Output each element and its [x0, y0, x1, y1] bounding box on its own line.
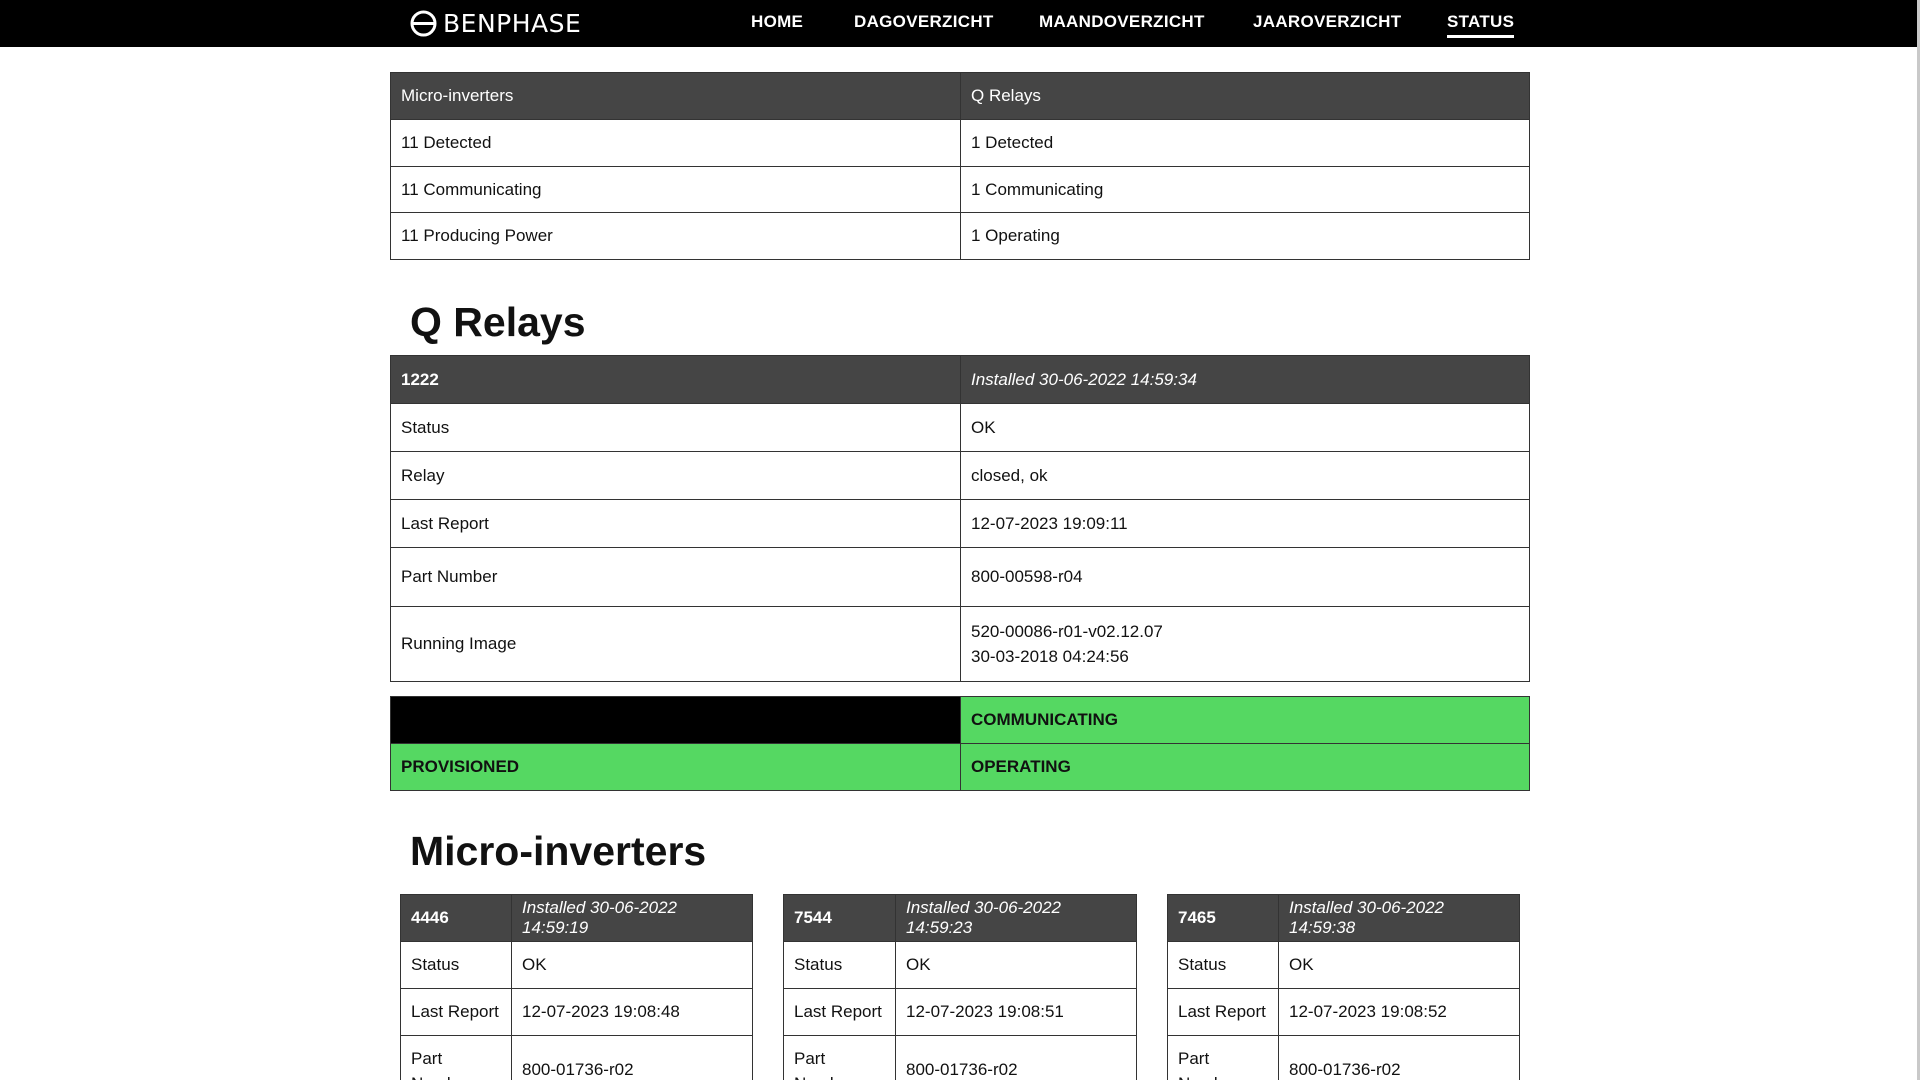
table-row: Relay closed, ok	[390, 451, 1530, 500]
flag-operating: OPERATING	[960, 743, 1530, 791]
micro-inverter-header-row: 7544 Installed 30-06-2022 14:59:23	[783, 894, 1137, 942]
running-image-date: 30-03-2018 04:24:56	[971, 647, 1129, 666]
table-row: PROVISIONED OPERATING	[390, 743, 1530, 791]
table-row: Part Number 800-01736-r02	[400, 1035, 753, 1080]
micro-inverter-id: 4446	[400, 894, 512, 942]
q-relays-heading: Q Relays	[410, 299, 586, 345]
micro-inverter-status: OK	[1278, 941, 1520, 989]
q-relay-value: 800-00598-r04	[960, 547, 1530, 607]
q-relay-value: 520-00086-r01-v02.12.07 30-03-2018 04:24…	[960, 606, 1530, 682]
micro-inverter-status: OK	[895, 941, 1137, 989]
micro-inverter-installed: Installed 30-06-2022 14:59:38	[1278, 894, 1520, 942]
summary-cell: 1 Operating	[960, 212, 1530, 260]
micro-inverter-card: 4446 Installed 30-06-2022 14:59:19 Statu…	[400, 894, 753, 1080]
summary-cell: 11 Detected	[390, 119, 961, 167]
micro-inverter-status: OK	[511, 941, 753, 989]
table-row: Status OK	[390, 403, 1530, 452]
table-row: Status OK	[1167, 941, 1520, 989]
q-relay-label: Status	[390, 403, 961, 452]
table-row: Part Number 800-00598-r04	[390, 547, 1530, 607]
table-row: Status OK	[400, 941, 753, 989]
table-row: Last Report 12-07-2023 19:08:48	[400, 988, 753, 1036]
running-image-version: 520-00086-r01-v02.12.07	[971, 622, 1163, 641]
micro-inverter-label: Part Number	[1167, 1035, 1279, 1080]
micro-inverter-label: Part Number	[400, 1035, 512, 1080]
summary-cell: 1 Communicating	[960, 166, 1530, 213]
q-relay-label: Running Image	[390, 606, 961, 682]
flag-communicating: COMMUNICATING	[960, 696, 1530, 744]
nav-home[interactable]: HOME	[751, 12, 803, 32]
table-row: Last Report 12-07-2023 19:08:52	[1167, 988, 1520, 1036]
table-row: Last Report 12-07-2023 19:08:51	[783, 988, 1137, 1036]
table-row: Status OK	[783, 941, 1137, 989]
micro-inverter-part: 800-01736-r02	[511, 1035, 753, 1080]
nav-maandoverzicht[interactable]: MAANDOVERZICHT	[1039, 12, 1205, 32]
flag-provisioned: PROVISIONED	[390, 743, 961, 791]
micro-inverter-label: Last Report	[1167, 988, 1279, 1036]
nav-jaaroverzicht[interactable]: JAAROVERZICHT	[1253, 12, 1401, 32]
q-relay-label: Relay	[390, 451, 961, 500]
summary-cell: 11 Producing Power	[390, 212, 961, 260]
micro-inverter-label: Status	[1167, 941, 1279, 989]
q-relay-installed: Installed 30-06-2022 14:59:34	[960, 355, 1530, 404]
micro-inverter-label: Status	[400, 941, 512, 989]
q-relay-value: OK	[960, 403, 1530, 452]
q-relay-value: closed, ok	[960, 451, 1530, 500]
q-relay-flags-table: COMMUNICATING PROVISIONED OPERATING	[390, 696, 1530, 791]
q-relay-header-row: 1222 Installed 30-06-2022 14:59:34	[390, 355, 1530, 404]
micro-inverter-label: Status	[783, 941, 896, 989]
table-row: Running Image 520-00086-r01-v02.12.07 30…	[390, 606, 1530, 682]
table-row: 11 Communicating 1 Communicating	[390, 166, 1530, 213]
micro-inverters-heading: Micro-inverters	[410, 828, 707, 874]
micro-inverter-part: 800-01736-r02	[895, 1035, 1137, 1080]
enphase-logo-icon	[410, 10, 437, 37]
table-row: 11 Producing Power 1 Operating	[390, 212, 1530, 260]
micro-inverter-last-report: 12-07-2023 19:08:52	[1278, 988, 1520, 1036]
q-relay-label: Part Number	[390, 547, 961, 607]
q-relay-id: 1222	[390, 355, 961, 404]
summary-table: Micro-inverters Q Relays 11 Detected 1 D…	[390, 72, 1530, 260]
micro-inverter-header-row: 4446 Installed 30-06-2022 14:59:19	[400, 894, 753, 942]
top-navigation-bar: BENPHASE HOME DAGOVERZICHT MAANDOVERZICH…	[0, 0, 1917, 47]
brand-name: BENPHASE	[443, 9, 582, 38]
micro-inverter-last-report: 12-07-2023 19:08:48	[511, 988, 753, 1036]
micro-inverter-card: 7465 Installed 30-06-2022 14:59:38 Statu…	[1167, 894, 1520, 1080]
table-row: COMMUNICATING	[390, 696, 1530, 744]
nav-status[interactable]: STATUS	[1447, 12, 1515, 38]
q-relay-table: 1222 Installed 30-06-2022 14:59:34 Statu…	[390, 355, 1530, 682]
table-row: Last Report 12-07-2023 19:09:11	[390, 499, 1530, 548]
table-row: Part Number 800-01736-r02	[1167, 1035, 1520, 1080]
table-row: Part Number 800-01736-r02	[783, 1035, 1137, 1080]
micro-inverter-header-row: 7465 Installed 30-06-2022 14:59:38	[1167, 894, 1520, 942]
micro-inverter-id: 7465	[1167, 894, 1279, 942]
summary-cell: 11 Communicating	[390, 166, 961, 213]
micro-inverter-installed: Installed 30-06-2022 14:59:23	[895, 894, 1137, 942]
micro-inverter-installed: Installed 30-06-2022 14:59:19	[511, 894, 753, 942]
micro-inverter-part: 800-01736-r02	[1278, 1035, 1520, 1080]
micro-inverter-label: Part Number	[783, 1035, 896, 1080]
summary-header-row: Micro-inverters Q Relays	[390, 72, 1530, 120]
table-row: 11 Detected 1 Detected	[390, 119, 1530, 167]
summary-header-q-relays: Q Relays	[960, 72, 1530, 120]
micro-inverter-id: 7544	[783, 894, 896, 942]
micro-inverter-label: Last Report	[783, 988, 896, 1036]
nav-dagoverzicht[interactable]: DAGOVERZICHT	[854, 12, 994, 32]
q-relay-value: 12-07-2023 19:09:11	[960, 499, 1530, 548]
q-relay-label: Last Report	[390, 499, 961, 548]
summary-header-micro-inverters: Micro-inverters	[390, 72, 961, 120]
flag-empty-cell	[390, 696, 961, 744]
summary-cell: 1 Detected	[960, 119, 1530, 167]
micro-inverter-card: 7544 Installed 30-06-2022 14:59:23 Statu…	[783, 894, 1137, 1080]
micro-inverter-label: Last Report	[400, 988, 512, 1036]
brand-logo[interactable]: BENPHASE	[410, 9, 582, 38]
micro-inverter-last-report: 12-07-2023 19:08:51	[895, 988, 1137, 1036]
